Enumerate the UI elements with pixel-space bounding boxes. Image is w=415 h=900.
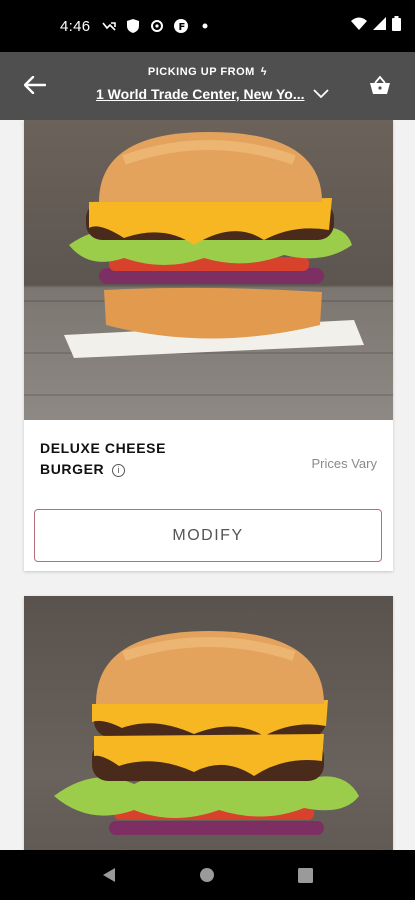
app-f-icon: F [174, 19, 189, 33]
system-icons [351, 16, 401, 36]
wifi-icon [351, 17, 367, 35]
menu-item-card: DELUXE CHEESE BURGER i Prices Vary MODIFY [24, 120, 393, 571]
cart-button[interactable] [363, 68, 397, 102]
status-bar: 4:46 F [0, 0, 415, 52]
nav-back-button[interactable] [89, 855, 129, 895]
signal-icon [373, 17, 386, 35]
menu-item-card [24, 596, 393, 850]
location-text: 1 World Trade Center, New Yo... [96, 86, 305, 102]
modify-button[interactable]: MODIFY [34, 509, 382, 562]
info-icon[interactable]: i [112, 463, 126, 477]
arrow-left-icon [24, 76, 46, 94]
location-selector[interactable]: 1 World Trade Center, New Yo... [96, 86, 329, 102]
square-recents-icon [298, 867, 314, 883]
burger-image [24, 120, 393, 420]
nav-home-button[interactable] [187, 855, 227, 895]
svg-text:F: F [179, 22, 186, 33]
status-time: 4:46 [60, 17, 91, 35]
pickup-label-text: PICKING UP FROM [147, 66, 255, 78]
chevron-down-icon [312, 89, 329, 99]
item-title[interactable]: DELUXE CHEESE BURGER i [40, 438, 200, 480]
missed-call-icon [102, 19, 117, 33]
basket-icon [370, 75, 390, 94]
item-name-line1: DELUXE CHEESE [40, 440, 167, 456]
pickup-label: PICKING UP FROM ϟ [0, 66, 415, 78]
item-name-line2: BURGER [40, 461, 105, 477]
bolt-icon: ϟ [260, 66, 268, 78]
system-nav-bar [0, 850, 415, 900]
shield-icon [126, 19, 140, 33]
battery-icon [392, 16, 401, 36]
dot-icon [198, 19, 212, 33]
circle-home-icon [200, 868, 215, 882]
item-price: Prices Vary [311, 456, 378, 471]
triangle-back-icon [103, 868, 116, 882]
burger-image [24, 596, 393, 850]
sync-icon [150, 19, 164, 33]
notification-icons: F [102, 19, 212, 33]
menu-list[interactable]: DELUXE CHEESE BURGER i Prices Vary MODIFY [0, 120, 415, 850]
nav-recents-button[interactable] [286, 855, 326, 895]
app-header: PICKING UP FROM ϟ 1 World Trade Center, N… [0, 52, 415, 120]
